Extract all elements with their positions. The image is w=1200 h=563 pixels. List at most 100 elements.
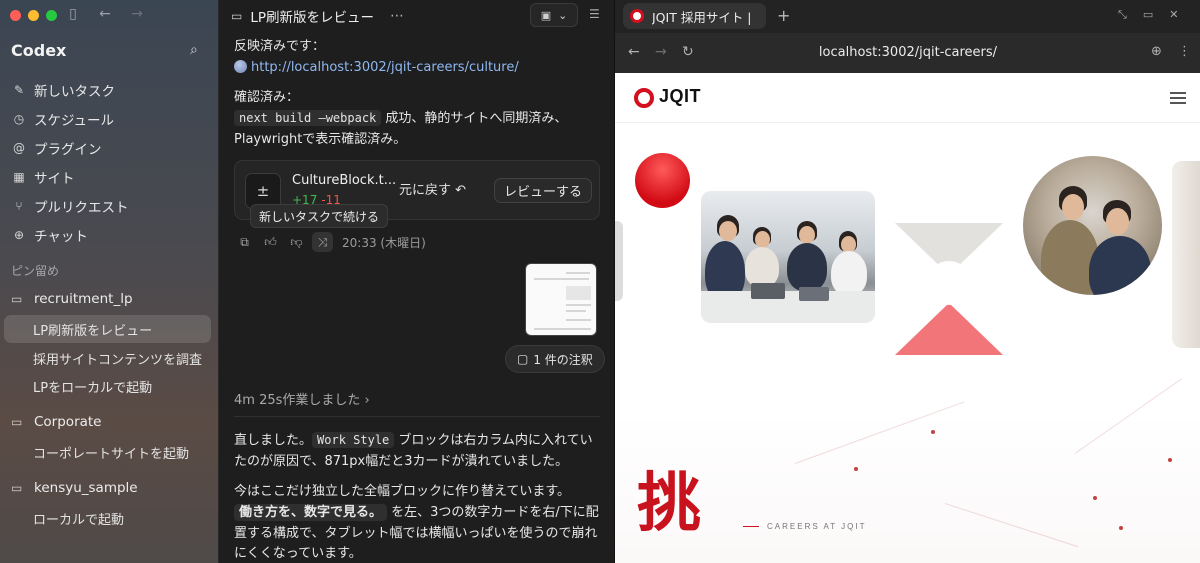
folder-icon: ▭ [231, 9, 243, 23]
screenshot-thumbnail[interactable] [525, 263, 597, 336]
confirmed-text-line2: Playwrightで表示確認済み。 [234, 132, 407, 147]
fork-task-icon[interactable]: ⤨ [312, 232, 333, 252]
chat-title: LP刷新版をレビュー [250, 10, 375, 26]
diff-panel-icon[interactable]: ☰ [589, 7, 600, 21]
app-title: Codex [11, 41, 67, 60]
folder-icon: ▭ [11, 415, 23, 429]
grid-icon: ▦ [13, 169, 25, 184]
minimize-window-button[interactable] [28, 10, 39, 21]
thread-item[interactable]: コーポレートサイトを起動 [4, 438, 211, 466]
browser-panel: JQIT 採用サイト | + ⤡ ▭ ✕ ← → ↻ localhost:300… [614, 0, 1200, 563]
sidebar-nav: ✎ 新しいタスク ◷ スケジュール @ プラグイン ▦ サイト ⑂ プルリクエスト ⊕ チャ… [0, 75, 218, 249]
thread-item[interactable]: ローカルで起動 [4, 504, 211, 532]
annotations-button[interactable]: ▢ 1 件の注釈 [505, 345, 605, 373]
undo-icon: ↶ [455, 183, 467, 198]
careers-tag: CAREERS AT JQIT [743, 522, 867, 531]
team-photo [701, 191, 875, 323]
white-circle-decoration [927, 261, 971, 305]
red-triangle-decoration [895, 303, 1003, 355]
editor-icon: ▣ [540, 8, 552, 22]
close-window-button[interactable] [10, 10, 21, 21]
back-arrow-icon[interactable]: ← [96, 6, 114, 22]
logo-ring-icon [634, 88, 654, 108]
chevron-down-icon: ⌄ [558, 8, 568, 22]
open-in-editor-button[interactable]: ▣ ⌄ [530, 3, 578, 27]
folder-recruitment-lp[interactable]: ▭ recruitment_lp [11, 291, 133, 307]
web-page: JQIT 挑 CAREERS AT JQIT [615, 73, 1200, 563]
photo-edge [1172, 161, 1200, 348]
folder-icon: ▭ [11, 481, 23, 495]
culture-page-link[interactable]: http://localhost:3002/jqit-careers/cultu… [251, 60, 519, 75]
folder-kensyu-sample[interactable]: ▭ kensyu_sample [11, 480, 138, 496]
globe-icon [234, 60, 247, 73]
collapse-icon[interactable]: ⤡ [1118, 8, 1127, 22]
nav-pull-requests[interactable]: ⑂ プルリクエスト [0, 191, 218, 220]
clock-icon: ◷ [13, 111, 25, 126]
comment-icon: ▢ [517, 352, 529, 366]
copy-icon[interactable]: ⧉ [234, 232, 255, 252]
reply-text: たのが原因で、871px幅だと3カードが潰れていました。 [234, 454, 569, 469]
thumbs-down-icon[interactable]: 👎︎ [286, 232, 307, 252]
thread-item[interactable]: LPをローカルで起動 [4, 372, 211, 400]
divider [234, 416, 600, 417]
pinned-section-label: ピン留め [11, 264, 60, 278]
sidebar-toggle-icon[interactable]: ▯ [64, 6, 82, 22]
thread-item[interactable]: LP刷新版をレビュー [4, 315, 211, 343]
browser-toolbar: ← → ↻ localhost:3002/jqit-careers/ ⊕ ⋮ [615, 33, 1200, 73]
reflected-label: 反映済みです： [234, 39, 326, 54]
review-button[interactable]: レビューする [494, 178, 593, 203]
folder-corporate[interactable]: ▭ Corporate [11, 414, 102, 430]
reply-text: 置する構成で、タブレット幅では横幅いっぱいを使うので崩れ [234, 526, 598, 541]
add-annotation-icon[interactable]: ⊕ [1151, 44, 1162, 59]
close-icon[interactable]: ✕ [1169, 8, 1178, 22]
thumbs-up-icon[interactable]: 👍︎ [260, 232, 281, 252]
file-name[interactable]: CultureBlock.t... [292, 173, 396, 188]
hero-headline: 挑 [637, 466, 701, 541]
nav-new-task[interactable]: ✎ 新しいタスク [0, 75, 218, 104]
thread-item[interactable]: 採用サイトコンテンツを調査 [4, 344, 211, 372]
chat-plus-icon: ⊕ [13, 227, 25, 242]
site-logo[interactable]: JQIT [659, 86, 701, 107]
window-controls [10, 10, 57, 21]
plugin-icon: @ [13, 140, 25, 155]
address-bar[interactable]: localhost:3002/jqit-careers/ [615, 45, 1200, 60]
reply-text: 今はここだけ独立した全幅ブロックに作り替えています。 [234, 484, 571, 499]
message-actions: ⧉ 👍︎ 👎︎ ⤨ 20:33 (木曜日) [234, 232, 426, 252]
edit-icon: ✎ [13, 82, 25, 97]
nav-sites[interactable]: ▦ サイト [0, 162, 218, 191]
confirmed-label: 確認済み： [234, 90, 300, 105]
nav-plugins[interactable]: @ プラグイン [0, 133, 218, 162]
zoom-window-button[interactable] [46, 10, 57, 21]
undo-button[interactable]: 元に戻す ↶ [399, 179, 466, 198]
build-command-code: next build —webpack [234, 110, 382, 126]
red-circle-decoration [635, 153, 690, 208]
browser-tab[interactable]: JQIT 採用サイト | [623, 3, 766, 29]
more-options-icon[interactable]: ⋮ [1178, 44, 1191, 59]
message-timestamp: 20:33 (木曜日) [342, 235, 426, 250]
nav-schedule[interactable]: ◷ スケジュール [0, 104, 218, 133]
tooltip: 新しいタスクで続ける [250, 204, 389, 228]
folder-icon: ▭ [11, 292, 23, 306]
hero-background [615, 413, 1200, 563]
chat-panel: ▭ LP刷新版をレビュー ⋯ ▣ ⌄ ☰ 反映済みです： http://local… [219, 0, 614, 563]
menu-icon[interactable] [1170, 92, 1186, 107]
forward-arrow-icon[interactable]: → [128, 6, 146, 22]
work-style-code: Work Style [312, 432, 395, 448]
chevron-right-icon: › [364, 393, 370, 408]
reply-text: にくくなっています。 [234, 546, 362, 561]
photo-edge [615, 221, 623, 301]
worked-duration[interactable]: 4m 25s作業しました › [234, 389, 370, 408]
search-icon[interactable]: ⌕ [190, 42, 198, 58]
section-heading-code: 働き方を、数字で見る。 [234, 504, 388, 521]
sidebar: ▯ ← → Codex ⌕ ✎ 新しいタスク ◷ スケジュール @ プラグイン ▦ サイ… [0, 0, 219, 563]
favicon-icon [630, 9, 644, 23]
site-header: JQIT [615, 73, 1200, 123]
panel-icon[interactable]: ▭ [1143, 8, 1153, 22]
nav-chat[interactable]: ⊕ チャット [0, 220, 218, 249]
confirmed-text: 成功、静的サイトへ同期済み、 [385, 111, 568, 126]
colleagues-photo [1023, 156, 1162, 295]
tab-bar: JQIT 採用サイト | + ⤡ ▭ ✕ [615, 0, 1200, 33]
pull-request-icon: ⑂ [15, 198, 23, 213]
more-options-icon[interactable]: ⋯ [390, 8, 404, 24]
new-tab-icon[interactable]: + [777, 6, 790, 25]
